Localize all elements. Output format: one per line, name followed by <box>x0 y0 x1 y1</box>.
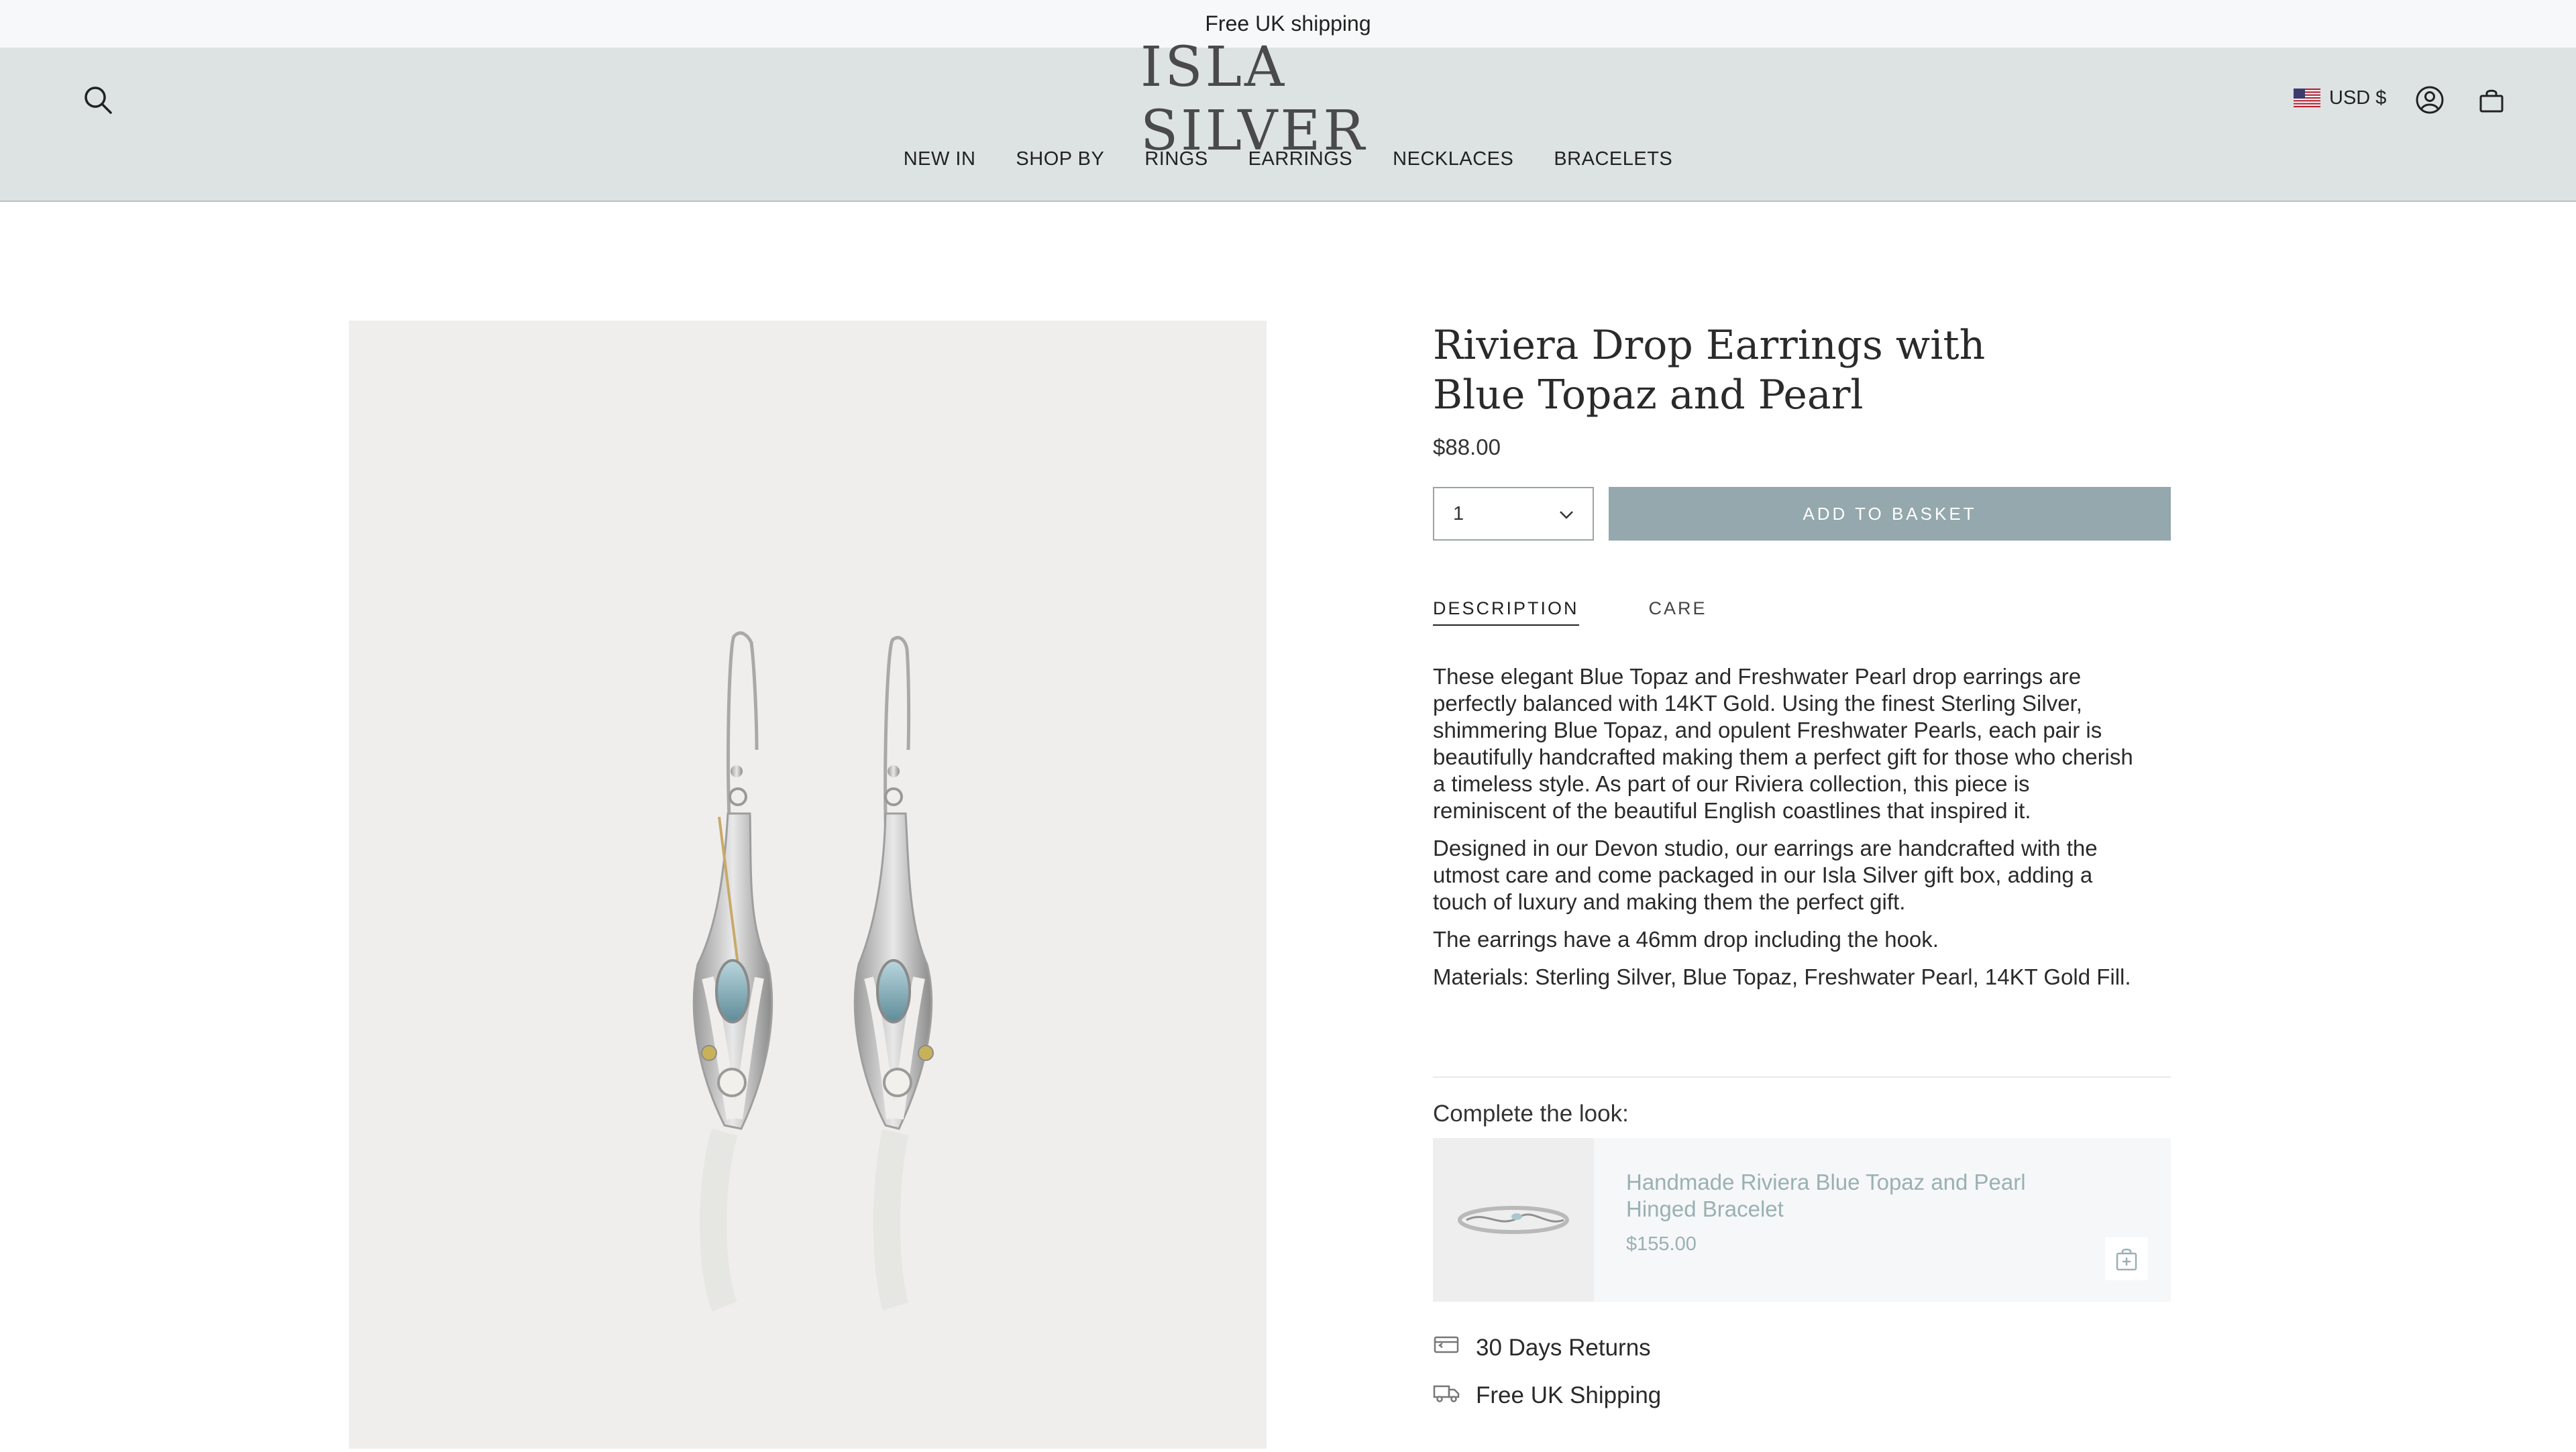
product-description: These elegant Blue Topaz and Freshwater … <box>1433 663 2144 991</box>
right-earring <box>853 636 934 1310</box>
nav-item-bracelets[interactable]: BRACELETS <box>1554 148 1672 175</box>
tab-description[interactable]: DESCRIPTION <box>1433 598 1579 626</box>
look-product-price: $155.00 <box>1626 1233 1697 1255</box>
description-paragraph: These elegant Blue Topaz and Freshwater … <box>1433 664 2133 823</box>
product-title: Riviera Drop Earrings with Blue Topaz an… <box>1433 322 1986 418</box>
buy-row: 1 ADD TO BASKET <box>1433 487 2171 541</box>
quantity-select[interactable]: 1 <box>1433 487 1594 541</box>
nav-item-earrings[interactable]: EARRINGS <box>1248 148 1352 175</box>
nav-item-rings[interactable]: RINGS <box>1144 148 1208 175</box>
nav-item-shop-by[interactable]: SHOP BY <box>1016 148 1104 175</box>
us-flag-icon <box>2293 88 2321 108</box>
bracelet-thumbnail[interactable] <box>1433 1138 1594 1302</box>
look-details: Handmade Riviera Blue Topaz and Pearl Hi… <box>1594 1138 2082 1302</box>
truck-icon <box>1433 1382 1460 1409</box>
currency-selector[interactable]: USD $ <box>2293 85 2386 111</box>
description-paragraph: Materials: Sterling Silver, Blue Topaz, … <box>1433 964 2131 989</box>
site-header: ISLA SILVER USD $ NEW IN SHOP BY RINGS E… <box>0 36 2576 202</box>
quantity-value: 1 <box>1453 502 1464 524</box>
currency-label: USD $ <box>2329 87 2387 109</box>
earrings-photo <box>692 631 934 1312</box>
look-product-name[interactable]: Handmade Riviera Blue Topaz and Pearl Hi… <box>1626 1169 2082 1223</box>
site-logo[interactable]: ISLA SILVER <box>1140 36 1436 163</box>
announcement-text: Free UK shipping <box>1205 11 1371 36</box>
product-tabs: DESCRIPTION CARE <box>1433 598 2171 626</box>
perk-returns: 30 Days Returns <box>1433 1334 2171 1361</box>
complete-the-look-label: Complete the look: <box>1433 1101 1629 1127</box>
perk-shipping: Free UK Shipping <box>1433 1382 2171 1409</box>
description-paragraph: The earrings have a 46mm drop including … <box>1433 927 1939 952</box>
main-navigation: NEW IN SHOP BY RINGS EARRINGS NECKLACES … <box>0 148 2576 175</box>
cart-icon[interactable] <box>2473 81 2510 119</box>
perk-label: 30 Days Returns <box>1476 1334 1651 1361</box>
add-to-basket-button[interactable]: ADD TO BASKET <box>1609 487 2171 541</box>
nav-item-new-in[interactable]: NEW IN <box>904 148 976 175</box>
complete-the-look-card[interactable]: Handmade Riviera Blue Topaz and Pearl Hi… <box>1433 1138 2171 1302</box>
perk-label: Free UK Shipping <box>1476 1382 1662 1408</box>
returns-icon <box>1433 1334 1460 1361</box>
nav-item-necklaces[interactable]: NECKLACES <box>1393 148 1513 175</box>
add-to-cart-icon[interactable] <box>2105 1237 2148 1280</box>
section-divider <box>1433 1076 2171 1078</box>
product-price: $88.00 <box>1433 435 1501 459</box>
search-icon[interactable] <box>79 81 117 119</box>
description-paragraph: Designed in our Devon studio, our earrin… <box>1433 836 2098 914</box>
product-info: Riviera Drop Earrings with Blue Topaz an… <box>1433 321 2171 1409</box>
tab-care[interactable]: CARE <box>1649 598 1707 626</box>
left-earring <box>692 631 773 1312</box>
chevron-down-icon <box>1559 503 1574 525</box>
account-icon[interactable] <box>2411 81 2449 119</box>
product-image[interactable] <box>349 321 1267 1449</box>
